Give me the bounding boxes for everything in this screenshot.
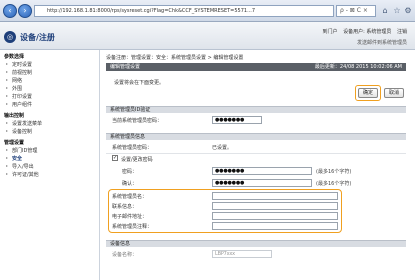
admin-name-label: 系统管理员名：	[112, 194, 148, 200]
device-info-section-title: 设备信息	[106, 240, 406, 247]
edit-settings-title: 编辑管理设置	[110, 64, 141, 70]
favorites-star-icon[interactable]: ☆	[392, 5, 402, 17]
change-password-checkbox[interactable]: ✓	[112, 155, 118, 161]
sidebar-item-external[interactable]: 外围	[6, 85, 22, 92]
sidebar-item-display[interactable]: 前视控制	[6, 69, 32, 76]
device-logo-icon: ◎	[4, 31, 16, 43]
address-bar[interactable]: http://192.168.1.81:8000/rps/sysreset.cg…	[34, 5, 334, 17]
admin-info-section-title: 系统管理员信息	[106, 133, 406, 140]
app-header: ◎ 设备/注册 到门户 设备用户: 系统管理员 注销 发送邮件到系统管理员	[0, 22, 415, 50]
last-updated: 最后更新：24/08 2015 10:02:06 AM	[314, 64, 402, 70]
address-actions[interactable]: ρ - ⊠ C ×	[336, 5, 376, 17]
cancel-button[interactable]: 取消	[384, 88, 404, 98]
main-content: 设备注册：管理设置：安全：系统管理员设置 > 编辑管理设置 编辑管理设置 最后更…	[104, 50, 415, 280]
sidebar-item-print[interactable]: 打印设置	[6, 93, 32, 100]
browser-toolbar: ‹ › http://192.168.1.81:8000/rps/sysrese…	[0, 0, 415, 22]
contact-info-label: 联系信息：	[112, 204, 138, 210]
header-links: 到门户 设备用户: 系统管理员 注销	[319, 28, 408, 35]
sidebar-section-management[interactable]: 管理设置	[4, 139, 24, 146]
confirm-hint: (最多16个字符)	[316, 181, 352, 187]
email-label: 电子邮件地址：	[112, 214, 148, 220]
page-title: 设备/注册	[20, 33, 55, 42]
sidebar-item-dept-id[interactable]: 部门ID管理	[6, 147, 37, 154]
password-label: 密码：	[122, 169, 138, 175]
sidebar-item-timer[interactable]: 定时设置	[6, 61, 32, 68]
sidebar-item-device-control[interactable]: 设备控制	[6, 128, 32, 135]
sidebar-item-send-menu[interactable]: 设置发送菜单	[6, 120, 42, 127]
admin-comment-field[interactable]	[212, 222, 338, 230]
tools-gear-icon[interactable]: ⚙	[403, 5, 413, 17]
device-name-label: 设备名称：	[112, 252, 138, 258]
sidebar-item-import-export[interactable]: 导入/导出	[6, 163, 34, 170]
device-name-field[interactable]: LBP7xxx	[212, 250, 272, 258]
forward-arrow-icon[interactable]: ›	[18, 4, 32, 18]
back-arrow-icon[interactable]: ‹	[3, 4, 17, 18]
admin-name-field[interactable]	[212, 192, 338, 200]
section-title-bar: 编辑管理设置 最后更新：24/08 2015 10:02:06 AM	[106, 63, 406, 71]
logout-link[interactable]: 注销	[397, 29, 407, 35]
sidebar-item-user-components[interactable]: 用户组件	[6, 101, 32, 108]
home-icon[interactable]: ⌂	[380, 5, 390, 17]
sidebar: 参数选择 定时设置 前视控制 网络 外围 打印设置 用户组件 输出控制 设置发送…	[0, 50, 100, 280]
password-hint: (最多16个字符)	[316, 169, 352, 175]
change-notice: 设置将会在下面变更。	[114, 80, 165, 86]
admin-auth-section-title: 系统管理员ID验证	[106, 106, 406, 113]
admin-comment-label: 系统管理员注释：	[112, 224, 153, 230]
user-label: 设备用户: 系统管理员	[343, 29, 392, 35]
sidebar-section-preferences[interactable]: 参数选择	[4, 53, 24, 60]
sidebar-item-network[interactable]: 网络	[6, 77, 22, 84]
sidebar-item-license[interactable]: 许可证/其他	[6, 171, 39, 178]
portal-link[interactable]: 到门户	[323, 29, 338, 35]
admin-pin-label: 系统管理员密码：	[112, 145, 153, 151]
current-password-field[interactable]: ●●●●●●●	[212, 116, 262, 124]
mail-admin-link[interactable]: 发送邮件到系统管理员	[357, 39, 407, 46]
admin-pin-status: 已设置。	[212, 145, 233, 151]
confirm-label: 确认：	[122, 181, 138, 187]
current-password-label: 当前系统管理员密码：	[112, 118, 163, 124]
breadcrumb: 设备注册：管理设置：安全：系统管理员设置 > 编辑管理设置	[106, 55, 244, 61]
sidebar-section-output[interactable]: 输出控制	[4, 112, 24, 119]
email-field[interactable]	[212, 212, 338, 220]
sidebar-item-security[interactable]: 安全	[6, 155, 22, 162]
change-password-label: 设置/更改密码	[121, 157, 153, 163]
ok-button[interactable]: 确定	[358, 88, 378, 98]
contact-info-field[interactable]	[212, 202, 338, 210]
password-field[interactable]: ●●●●●●●	[212, 167, 312, 175]
row-divider	[106, 153, 406, 154]
confirm-password-field[interactable]: ●●●●●●●	[212, 179, 312, 187]
